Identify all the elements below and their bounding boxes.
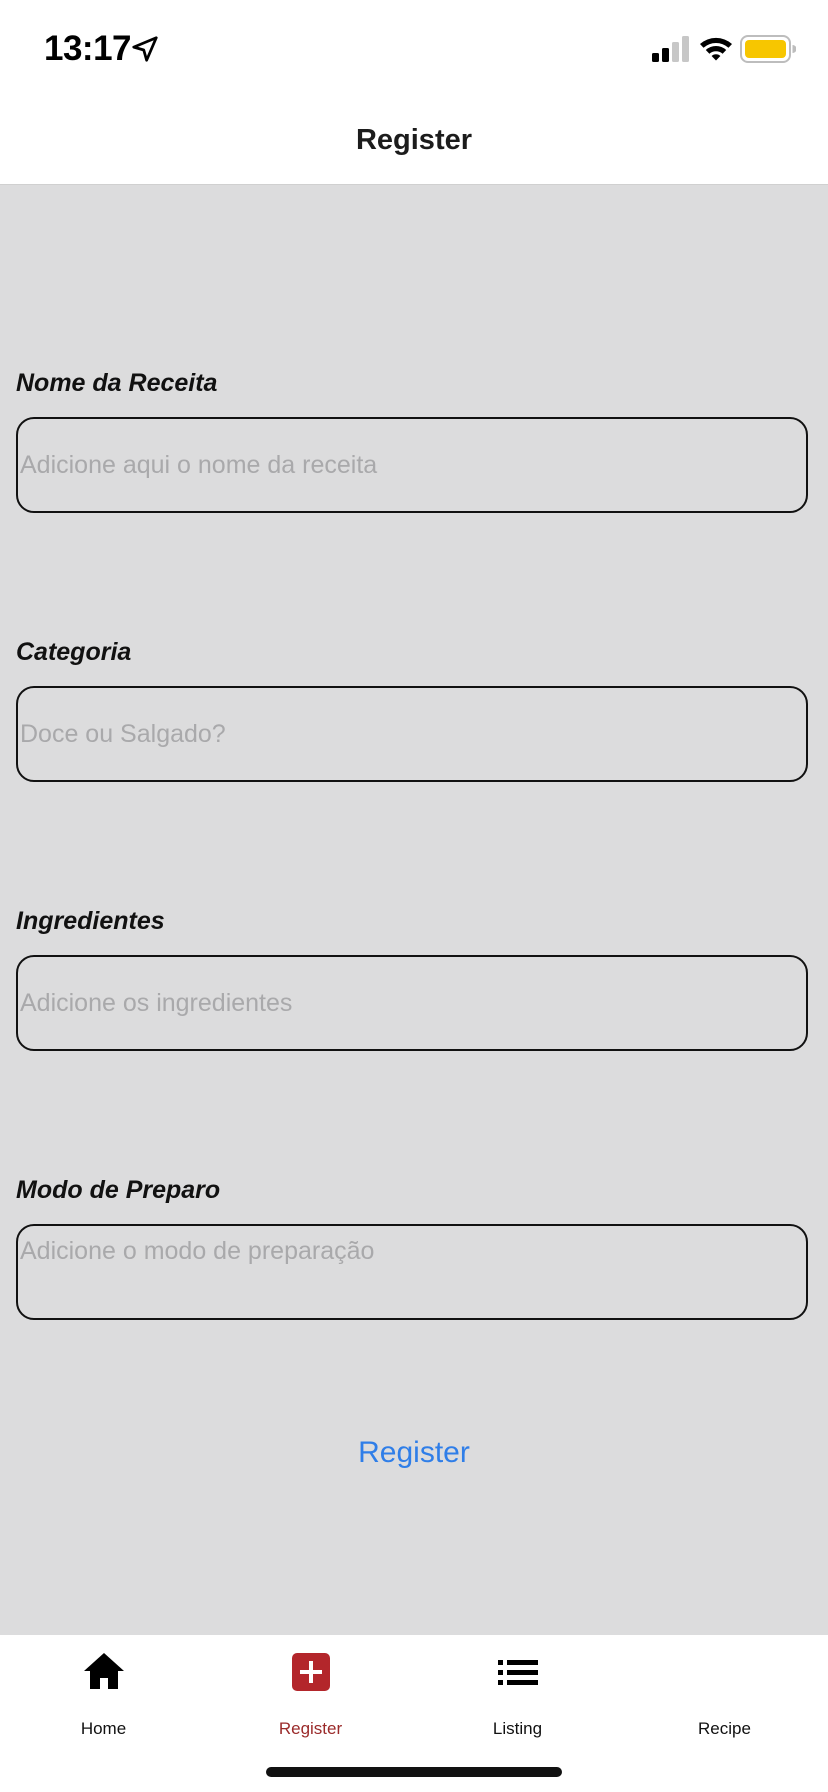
wifi-icon <box>700 37 732 61</box>
ingredients-label: Ingredientes <box>16 907 165 935</box>
category-input[interactable] <box>16 686 808 782</box>
tab-recipe[interactable]: Recipe <box>621 1635 828 1738</box>
recipe-name-label: Nome da Receita <box>16 369 218 397</box>
add-square-icon <box>292 1653 330 1691</box>
tab-home-label: Home <box>80 1719 127 1738</box>
register-button[interactable]: Register <box>314 1423 514 1483</box>
nav-header: Register <box>0 100 828 185</box>
cellular-signal-icon <box>652 36 689 62</box>
battery-icon <box>740 35 796 63</box>
tab-listing[interactable]: Listing <box>414 1635 621 1738</box>
tab-register[interactable]: Register <box>207 1635 414 1738</box>
recipe-name-input[interactable] <box>16 417 808 513</box>
tab-listing-label: Listing <box>492 1719 543 1738</box>
tab-register-label: Register <box>278 1719 343 1738</box>
location-arrow-icon <box>132 36 158 62</box>
ingredients-input[interactable] <box>16 955 808 1051</box>
preparation-label: Modo de Preparo <box>16 1176 221 1204</box>
list-icon <box>498 1660 538 1685</box>
home-icon <box>84 1653 124 1689</box>
home-indicator <box>266 1767 562 1777</box>
register-form: Nome da Receita Categoria Ingredientes M… <box>0 185 828 1635</box>
page-title: Register <box>355 124 473 156</box>
tab-recipe-label: Recipe <box>698 1719 751 1738</box>
status-bar: 13:17 <box>0 0 828 100</box>
category-label: Categoria <box>16 638 132 666</box>
preparation-input[interactable] <box>16 1224 808 1320</box>
tab-home[interactable]: Home <box>0 1635 207 1738</box>
status-time: 13:17 <box>44 29 132 68</box>
